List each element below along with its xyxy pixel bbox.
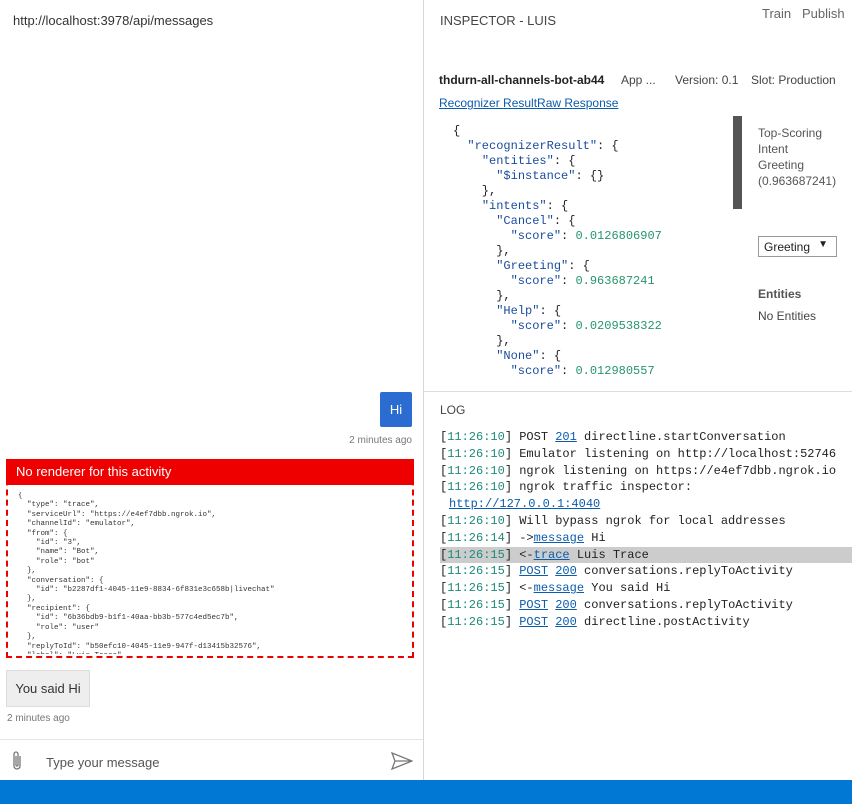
app-id: App ... <box>621 73 656 87</box>
user-message-bubble[interactable]: Hi <box>380 392 412 427</box>
dropdown-arrow-icon: ▼ <box>818 239 828 250</box>
inspector-panel: INSPECTOR - LUIS Train Publish thdurn-al… <box>424 0 852 780</box>
paperclip-icon[interactable] <box>9 750 25 772</box>
log-entry: [11:26:10] ngrok listening on https://e4… <box>440 463 837 478</box>
log-text: You said Hi <box>584 581 671 596</box>
log-text: POST <box>519 430 556 444</box>
log-entry: [11:26:10] ngrok traffic inspector: <box>440 480 693 495</box>
log-text: Emulator listening on http://localhost:5… <box>519 446 837 461</box>
log-link[interactable]: message <box>534 531 584 545</box>
log-timestamp: 11:26:15 <box>447 564 505 579</box>
log-entry: [11:26:14] ->message Hi <box>440 530 606 545</box>
log-timestamp: 11:26:10 <box>447 463 505 478</box>
luis-app-name: thdurn-all-channels-bot-ab44 <box>439 73 605 87</box>
log-text: directline.postActivity <box>576 614 750 629</box>
log-link[interactable]: message <box>534 581 584 595</box>
json-scrollbar[interactable] <box>733 116 742 209</box>
log-link[interactable]: 201 <box>555 430 577 444</box>
log-entry: [11:26:10] Will bypass ngrok for local a… <box>440 513 786 528</box>
log-text: ngrok listening on https://e4ef7dbb.ngro… <box>519 463 837 478</box>
log-entry: [11:26:15] <-message You said Hi <box>440 581 671 596</box>
inspector-title: INSPECTOR - LUIS <box>440 13 557 28</box>
log-link[interactable]: POST <box>519 564 548 578</box>
log-timestamp: 11:26:14 <box>447 530 505 545</box>
log-text: conversations.replyToActivity <box>576 564 793 579</box>
log-timestamp: 11:26:10 <box>447 446 505 461</box>
inspector-tabs: Recognizer ResultRaw Response <box>439 96 618 110</box>
log-link[interactable]: http://127.0.0.1:4040 <box>449 497 600 511</box>
top-intent-name: Greeting <box>758 158 805 172</box>
endpoint-url: http://localhost:3978/api/messages <box>13 13 214 28</box>
log-status-link[interactable]: 200 <box>555 615 577 629</box>
log-entry: [11:26:15] <-trace Luis Trace <box>440 546 852 564</box>
panel-divider <box>424 391 852 392</box>
log-timestamp: 11:26:15 <box>447 581 505 596</box>
log-timestamp: 11:26:10 <box>447 430 505 444</box>
entities-value: No Entities <box>758 309 817 323</box>
publish-button[interactable]: Publish <box>802 6 845 21</box>
log-entry: [11:26:10] Emulator listening on http://… <box>440 446 837 461</box>
entities-title: Entities <box>758 287 802 301</box>
top-intent-score: (0.963687241) <box>758 174 837 188</box>
intent-select-value: Greeting <box>764 240 811 254</box>
chat-panel: http://localhost:3978/api/messages Hi 2 … <box>0 0 424 780</box>
activity-json: { "type": "trace", "serviceUrl": "https:… <box>18 492 275 654</box>
log-text: Will bypass ngrok for local addresses <box>519 513 786 528</box>
log-list: [11:26:10] POST 201 directline.startConv… <box>440 429 852 631</box>
message-input[interactable] <box>46 752 366 772</box>
intent-select[interactable]: Greeting ▼ <box>758 236 837 257</box>
send-icon[interactable] <box>391 752 413 770</box>
log-text: <- <box>519 581 534 596</box>
log-entry: [11:26:15] POST 200 directline.postActiv… <box>440 614 750 629</box>
log-link[interactable]: POST <box>519 615 548 629</box>
train-button[interactable]: Train <box>762 6 791 21</box>
tab-recognizer-result[interactable]: Recognizer Result <box>439 96 537 110</box>
log-text: conversations.replyToActivity <box>576 597 793 612</box>
message-input-bar <box>0 739 423 780</box>
bot-message-timestamp: 2 minutes ago <box>7 713 70 724</box>
no-renderer-header: No renderer for this activity <box>6 459 414 485</box>
app-slot: Slot: Production <box>751 73 836 87</box>
user-message-timestamp: 2 minutes ago <box>349 435 412 446</box>
log-status-link[interactable]: 200 <box>555 598 577 612</box>
log-entry: [11:26:10] POST 201 directline.startConv… <box>440 430 786 444</box>
log-entry: [11:26:15] POST 200 conversations.replyT… <box>440 597 793 612</box>
top-scoring-intent: Top-Scoring Intent Greeting (0.963687241… <box>758 125 848 189</box>
log-entry: [11:26:15] POST 200 conversations.replyT… <box>440 564 793 579</box>
log-timestamp: 11:26:15 <box>447 597 505 612</box>
log-timestamp: 11:26:15 <box>447 614 505 629</box>
tab-raw-response[interactable]: Raw Response <box>537 96 618 110</box>
log-text: -> <box>519 530 534 545</box>
log-timestamp: 11:26:15 <box>447 547 505 562</box>
log-link[interactable]: trace <box>534 548 570 562</box>
log-text: <- <box>519 547 534 562</box>
recognizer-result-json: { "recognizerResult": { "entities": { "$… <box>453 124 662 378</box>
log-text: directline.startConversation <box>576 430 786 444</box>
log-status-link[interactable]: 200 <box>555 564 577 578</box>
log-link[interactable]: POST <box>519 598 548 612</box>
status-bar <box>0 780 852 804</box>
bot-message-bubble[interactable]: You said Hi <box>6 670 90 707</box>
log-timestamp: 11:26:10 <box>447 513 505 528</box>
log-text: ngrok traffic inspector: <box>519 480 693 495</box>
log-entry: http://127.0.0.1:4040 <box>440 496 852 513</box>
log-text: Luis Trace <box>569 547 649 562</box>
app-version: Version: 0.1 <box>675 73 739 87</box>
top-scoring-label: Top-Scoring Intent <box>758 126 823 156</box>
log-title: LOG <box>440 403 466 417</box>
log-timestamp: 11:26:10 <box>447 480 505 495</box>
log-text: Hi <box>584 530 606 545</box>
